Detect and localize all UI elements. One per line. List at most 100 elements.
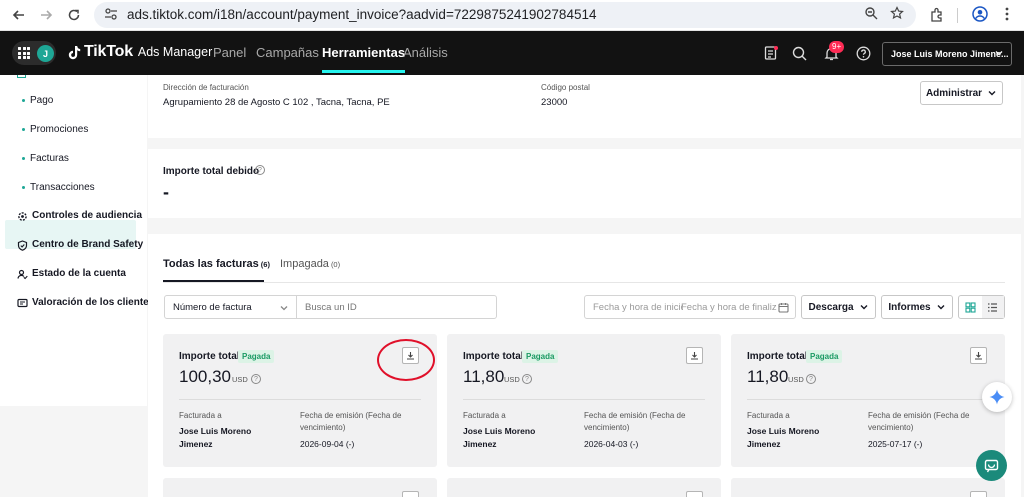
chevron-down-icon [994,48,1004,60]
reload-icon[interactable] [63,4,85,26]
gear-icon [17,211,28,222]
tab-all-invoices-count: (6) [260,260,270,269]
tab-unpaid-count: (0) [330,260,341,269]
billed-to-label: Facturada a [747,411,790,420]
reports-button-label: Informes [888,301,931,313]
issue-date-value: 2026-04-03 (-) [584,439,639,449]
manage-button-label: Administrar [925,87,983,99]
nav-analysis[interactable]: Análisis [403,45,448,60]
product-name: Ads Manager [137,45,213,59]
download-invoice-button[interactable] [402,491,419,497]
account-status-icon [17,269,28,280]
ai-assistant-button[interactable] [982,382,1012,412]
issue-date-value: 2026-09-04 (-) [300,439,355,449]
invoice-amount: 100,30 [179,367,231,386]
address-bar[interactable]: ads.tiktok.com/i18n/account/payment_invo… [94,2,916,28]
tab-unpaid-label: Impagada [280,258,329,270]
extensions-puzzle-icon[interactable] [927,4,947,24]
issue-date-label: Fecha de emisión (Fecha de vencimiento) [584,411,686,432]
invoice-amount: 11,80 [747,367,789,386]
back-arrow-icon[interactable] [8,4,30,26]
nav-panel[interactable]: Panel [213,45,246,60]
task-list-icon[interactable] [761,43,781,63]
nav-tools[interactable]: Herramientas [322,45,406,73]
help-icon[interactable] [853,43,873,63]
date-range-picker[interactable]: Fecha y hora de inicio Fecha y hora de f… [584,295,796,319]
sidebar-item-pago[interactable]: Pago [30,95,53,106]
forward-arrow-icon[interactable] [35,4,57,26]
sidebar-item-transacciones[interactable]: Transacciones [30,182,95,193]
billed-to-name: Jose Luis Moreno Jimenez [747,426,820,449]
chat-support-button[interactable] [976,450,1007,481]
download-dropdown-button[interactable]: Descarga [801,295,876,319]
site-settings-icon[interactable] [104,7,118,26]
issue-date-value: 2025-07-17 (-) [868,439,923,449]
card-divider [179,399,421,400]
nav-campaigns[interactable]: Campañas [256,45,319,60]
toolbar-divider [957,8,958,23]
tiktok-note-icon [68,45,81,59]
card-divider [463,399,705,400]
annotation-circle [377,339,435,381]
browser-toolbar: ads.tiktok.com/i18n/account/payment_invo… [0,0,1024,31]
chevron-down-icon [937,305,945,310]
manage-button[interactable]: Administrar [920,81,1003,105]
download-invoice-button[interactable] [970,491,987,497]
account-selector[interactable]: Jose Luis Moreno Jimene... [882,42,1012,66]
postal-code-value: 23000 [541,97,568,108]
list-view-button[interactable] [981,296,1004,318]
help-circle-icon[interactable]: ? [255,165,265,175]
download-invoice-button[interactable] [686,491,703,497]
help-circle-icon[interactable]: ? [251,374,261,384]
download-invoice-button[interactable] [686,347,703,364]
billing-info-card: Dirección de facturación Agrupamiento 28… [148,75,1021,138]
invoice-card[interactable] [447,478,721,497]
sidebar-item-controles-audiencia[interactable]: Controles de audiencia [32,210,142,221]
invoice-card[interactable] [163,478,437,497]
url-text: ads.tiktok.com/i18n/account/payment_invo… [127,7,597,22]
bullet-dot [22,99,25,102]
browser-menu-icon[interactable] [997,4,1017,24]
list-view-icon [988,302,998,312]
invoice-card[interactable]: Importe total Pagada 11,80 USD ? Factura… [731,334,1005,467]
chevron-down-icon [860,305,868,310]
sidebar-item-valoracion-clientes[interactable]: Valoración de los clientes [32,297,154,308]
reports-dropdown-button[interactable]: Informes [881,295,953,319]
app-switcher[interactable]: J [12,41,56,65]
download-icon [975,352,982,360]
invoice-card[interactable]: Importe total Pagada 11,80 USD ? Factura… [447,334,721,467]
help-circle-icon[interactable]: ? [522,374,532,384]
brand-name: TikTok [84,43,133,60]
sidebar-item-estado-cuenta[interactable]: Estado de la cuenta [32,268,126,279]
tab-unpaid[interactable]: Impagada (0) [280,258,340,270]
sparkle-icon [989,389,1005,405]
start-date-placeholder[interactable]: Fecha y hora de inicio [593,302,683,313]
tab-all-invoices-label: Todas las facturas [163,258,259,270]
postal-code-label: Código postal [541,83,590,92]
help-circle-icon[interactable]: ? [806,374,816,384]
invoice-title: Importe total [179,351,240,362]
search-type-select[interactable]: Número de factura [164,295,297,319]
end-date-placeholder[interactable]: Fecha y hora de finalización [681,302,777,313]
bullet-dot [22,186,25,189]
grid-view-button[interactable] [959,296,982,318]
download-invoice-button[interactable] [970,347,987,364]
address-label: Dirección de facturación [163,83,249,92]
zoom-icon[interactable] [862,4,880,22]
search-icon[interactable] [789,43,809,63]
view-toggle [958,295,1005,319]
tab-all-invoices[interactable]: Todas las facturas (6) [163,258,270,270]
bookmark-star-icon[interactable] [888,4,906,22]
invoice-currency: USD [232,375,248,384]
invoice-card[interactable] [731,478,1005,497]
billed-to-name: Jose Luis Moreno Jimenez [179,426,252,449]
download-button-label: Descarga [808,301,854,313]
tiktok-ads-logo[interactable]: TikTok Ads Manager [68,43,212,61]
sidebar-item-brand-safety[interactable]: Centro de Brand Safety [32,239,143,250]
sidebar-item-facturas[interactable]: Facturas [30,153,69,164]
invoice-id-search-input[interactable] [296,295,497,319]
profile-icon[interactable] [970,4,990,24]
sidebar-item-promociones[interactable]: Promociones [30,124,88,135]
feedback-icon [17,298,28,309]
invoice-currency: USD [788,375,804,384]
